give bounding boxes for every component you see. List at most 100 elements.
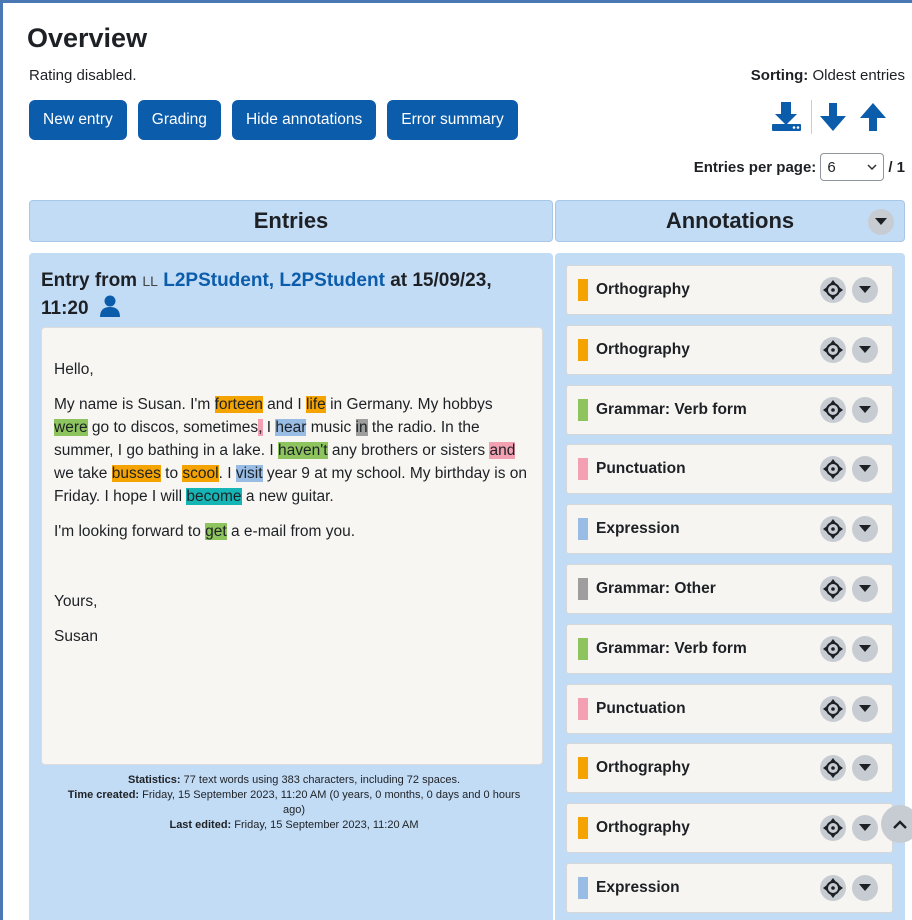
- annotation-card[interactable]: Orthography: [566, 265, 893, 315]
- annotated-word[interactable]: forteen: [214, 396, 263, 413]
- locate-annotation-button[interactable]: [820, 396, 846, 423]
- crosshair-move-icon: [823, 758, 843, 779]
- icon-divider: [811, 100, 812, 134]
- chevron-down-icon: [875, 218, 887, 225]
- annotation-label: Orthography: [596, 759, 690, 777]
- author-initials: LL: [142, 273, 158, 289]
- expand-annotation-button[interactable]: [852, 396, 878, 423]
- error-summary-button[interactable]: Error summary: [387, 100, 518, 140]
- chevron-down-icon: [859, 345, 871, 353]
- annotated-word[interactable]: haven't: [278, 442, 328, 459]
- expand-annotation-button[interactable]: [852, 815, 878, 842]
- annotated-word[interactable]: were: [54, 419, 88, 436]
- scroll-to-top-button[interactable]: [881, 805, 912, 843]
- expand-annotation-button[interactable]: [852, 336, 878, 363]
- statistics-label: Statistics:: [127, 774, 181, 786]
- annotated-word[interactable]: life: [305, 396, 326, 413]
- author-link[interactable]: L2PStudent, L2PStudent: [163, 270, 385, 291]
- chevron-down-icon: [859, 286, 871, 293]
- crosshair-move-icon: [823, 399, 843, 420]
- text-segment: a e-mail from you.: [226, 523, 356, 540]
- entries-per-page-select[interactable]: 6: [820, 153, 885, 181]
- annotation-card[interactable]: Orthography: [566, 743, 893, 794]
- annotation-color-bar: [578, 578, 588, 600]
- expand-annotation-button[interactable]: [852, 516, 878, 543]
- locate-annotation-button[interactable]: [820, 516, 846, 543]
- time-created-value: Friday, 15 September 2023, 11:20 AM (0 y…: [142, 789, 521, 816]
- chevron-down-icon: [859, 824, 871, 832]
- expand-annotation-button[interactable]: [852, 875, 878, 901]
- annotation-label: Grammar: Verb form: [596, 400, 747, 418]
- annotation-color-bar: [578, 458, 588, 481]
- new-entry-button[interactable]: New entry: [29, 100, 127, 140]
- annotations-toggle-button[interactable]: [868, 209, 894, 235]
- annotation-actions: [820, 516, 878, 543]
- hide-annotations-button[interactable]: Hide annotations: [231, 100, 377, 140]
- annotated-word[interactable]: get: [205, 523, 227, 540]
- expand-annotation-button[interactable]: [852, 576, 878, 602]
- annotation-card[interactable]: Orthography: [566, 324, 893, 375]
- annotation-card[interactable]: Orthography: [566, 803, 893, 854]
- chevron-down-icon: [859, 764, 871, 772]
- sorting-info: Sorting: Oldest entries: [751, 67, 905, 84]
- annotations-header-label: Annotations: [665, 208, 795, 233]
- entry-panel: Entry from LL L2PStudent, L2PStudent at …: [29, 253, 553, 920]
- text-segment: My name is Susan. I'm: [54, 396, 215, 413]
- arrow-up-icon[interactable]: [858, 100, 888, 134]
- crosshair-move-icon: [823, 818, 843, 839]
- expand-annotation-button[interactable]: [852, 635, 878, 662]
- grading-button[interactable]: Grading: [137, 100, 221, 140]
- annotated-word[interactable]: scool: [182, 465, 219, 482]
- annotated-word[interactable]: in: [355, 419, 368, 436]
- expand-annotation-button[interactable]: [852, 755, 878, 782]
- expand-annotation-button[interactable]: [852, 277, 878, 303]
- download-icon[interactable]: [769, 100, 805, 134]
- overview-page: Overview Rating disabled. Sorting: Oldes…: [3, 3, 912, 920]
- locate-annotation-button[interactable]: [820, 635, 846, 662]
- page-total: / 1: [888, 158, 905, 176]
- annotation-card[interactable]: Expression: [566, 504, 893, 555]
- chevron-down-icon: [859, 405, 871, 413]
- locate-annotation-button[interactable]: [820, 755, 846, 782]
- expand-annotation-button[interactable]: [852, 456, 878, 483]
- chevron-down-icon: [859, 525, 871, 533]
- annotated-word[interactable]: hear: [275, 419, 307, 436]
- crosshair-move-icon: [823, 638, 843, 659]
- crosshair-move-icon: [823, 519, 843, 540]
- entry-statistics: Statistics: 77 text words using 383 char…: [59, 773, 529, 833]
- annotation-card[interactable]: Expression: [566, 863, 893, 913]
- locate-annotation-button[interactable]: [820, 456, 846, 483]
- annotated-word[interactable]: visit: [235, 465, 263, 482]
- expand-annotation-button[interactable]: [852, 695, 878, 722]
- annotation-color-bar: [578, 757, 588, 780]
- locate-annotation-button[interactable]: [820, 277, 846, 303]
- crosshair-move-icon: [823, 579, 843, 599]
- sorting-value: Oldest entries: [812, 67, 905, 84]
- annotation-card[interactable]: Grammar: Verb form: [566, 623, 893, 674]
- annotation-card[interactable]: Grammar: Other: [566, 564, 893, 614]
- entry-time: 11:20: [41, 298, 89, 319]
- chevron-down-icon: [859, 884, 871, 891]
- annotation-card[interactable]: Punctuation: [566, 683, 893, 734]
- locate-annotation-button[interactable]: [820, 875, 846, 901]
- locate-annotation-button[interactable]: [820, 695, 846, 722]
- user-icon[interactable]: [98, 295, 122, 317]
- annotated-word[interactable]: busses: [111, 465, 161, 482]
- locate-annotation-button[interactable]: [820, 576, 846, 602]
- crosshair-move-icon: [823, 878, 843, 898]
- crosshair-move-icon: [823, 459, 843, 480]
- annotation-card[interactable]: Punctuation: [566, 444, 893, 495]
- annotated-word[interactable]: and: [489, 442, 516, 459]
- annotations-header: Annotations: [555, 200, 905, 242]
- entry-prefix: Entry from: [41, 270, 138, 291]
- annotated-word[interactable]: become: [186, 488, 242, 505]
- page-title: Overview: [27, 23, 148, 53]
- annotation-color-bar: [578, 877, 588, 899]
- arrow-down-icon[interactable]: [818, 100, 848, 134]
- annotation-card[interactable]: Grammar: Verb form: [566, 384, 893, 435]
- text-segment: any brothers or sisters: [327, 442, 490, 459]
- locate-annotation-button[interactable]: [820, 336, 846, 363]
- annotation-color-bar: [578, 697, 588, 720]
- annotation-actions: [820, 815, 878, 842]
- locate-annotation-button[interactable]: [820, 815, 846, 842]
